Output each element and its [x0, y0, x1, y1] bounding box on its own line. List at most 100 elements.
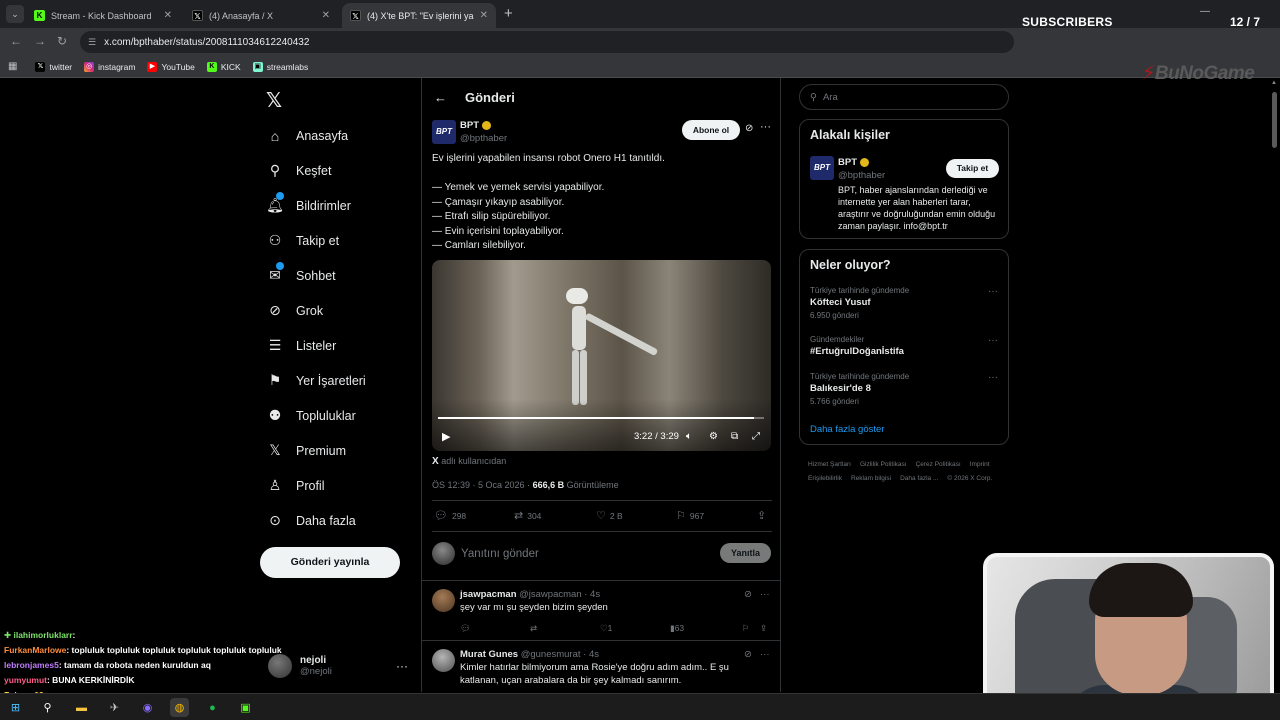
chrome-icon[interactable]: ◍	[170, 698, 189, 717]
tweet-timestamp[interactable]: ÖS 12:39 · 5 Oca 2026 ·	[432, 480, 530, 490]
x-logo-icon[interactable]: 𝕏	[266, 88, 282, 113]
browser-tab-kick[interactable]: K Stream - Kick Dashboard ✕	[26, 3, 180, 28]
bookmark-icon[interactable]: ⚐	[742, 623, 750, 634]
avatar[interactable]: BPT	[432, 120, 456, 144]
volume-icon[interactable]: 🔈︎	[686, 431, 692, 442]
repost-button[interactable]: ⇄ 304	[514, 509, 541, 522]
forward-arrow-icon[interactable]: →	[34, 34, 46, 48]
close-icon[interactable]: ✕	[322, 10, 330, 21]
reply-author[interactable]: jsawpacman @jsawpacman · 4s	[460, 589, 600, 600]
share-icon[interactable]: ⇪	[760, 623, 767, 634]
video-progress-bar[interactable]	[438, 417, 764, 419]
trend-item[interactable]: Türkiye tarihinde gündemde Köfteci Yusuf…	[810, 286, 1000, 320]
sidebar-item-premium[interactable]: 𝕏 Premium	[266, 433, 366, 468]
search-icon[interactable]: ⚲	[38, 698, 57, 717]
subscribe-button[interactable]: Abone ol	[682, 120, 740, 140]
show-more-link[interactable]: Daha fazla göster	[810, 424, 884, 435]
discord-icon[interactable]: ◉	[138, 698, 157, 717]
follow-button[interactable]: Takip et	[946, 159, 999, 178]
sidebar-item-profile[interactable]: ♙ Profil	[266, 468, 366, 503]
new-tab-button[interactable]: +	[504, 5, 513, 22]
spotify-icon[interactable]: ●	[203, 698, 222, 717]
picture-in-picture-icon[interactable]: ⧉	[731, 431, 738, 442]
author-handle[interactable]: @bpthaber	[460, 133, 507, 144]
tab-search-button[interactable]: ⌄	[6, 5, 24, 23]
reply-input[interactable]: Yanıtını gönder	[461, 548, 539, 560]
related-handle[interactable]: @bpthaber	[838, 170, 885, 181]
fullscreen-icon[interactable]: ⤢	[752, 431, 760, 442]
like-button[interactable]: ♡ 1	[600, 623, 612, 634]
page-scrollbar[interactable]	[1272, 92, 1277, 148]
minimize-icon[interactable]: —	[1200, 6, 1210, 17]
attribution-user[interactable]: X	[432, 456, 439, 467]
like-button[interactable]: ♡ 2 B	[596, 509, 623, 522]
bookmark-twitter[interactable]: 𝕏 twitter	[35, 61, 72, 72]
more-dots-icon[interactable]: ···	[760, 589, 770, 600]
sidebar-item-grok[interactable]: ⊘ Grok	[266, 293, 366, 328]
streaming-app-icon[interactable]: ▣	[236, 698, 255, 717]
avatar[interactable]: BPT	[810, 156, 834, 180]
reload-icon[interactable]: ↻	[57, 34, 67, 48]
settings-gear-icon[interactable]: ⚙	[709, 431, 718, 442]
apps-grid-icon[interactable]: ▦	[8, 61, 17, 72]
footer-link[interactable]: Erişilebilirlik	[808, 472, 842, 486]
sidebar-item-follow[interactable]: ⚇ Takip et	[266, 223, 366, 258]
more-dots-icon[interactable]: ···	[988, 335, 998, 346]
footer-link[interactable]: Hizmet Şartları	[808, 458, 851, 472]
sidebar-item-bookmarks[interactable]: ⚑ Yer İşaretleri	[266, 363, 366, 398]
footer-link[interactable]: Daha fazla ...	[900, 472, 938, 486]
more-dots-icon[interactable]: ···	[760, 649, 770, 660]
url-bar[interactable]: ☰ x.com/bpthaber/status/2008111034612240…	[80, 31, 1014, 53]
sidebar-item-explore[interactable]: ⚲ Keşfet	[266, 153, 366, 188]
reply-author[interactable]: Murat Gunes @gunesmurat · 4s	[460, 649, 599, 660]
sidebar-item-more[interactable]: ⊙ Daha fazla	[266, 503, 366, 538]
grok-icon[interactable]: ⊘	[744, 649, 752, 660]
footer-link[interactable]: Imprint	[970, 458, 990, 472]
site-info-icon[interactable]: ☰	[88, 37, 96, 48]
app-icon[interactable]: ✈	[105, 698, 124, 717]
bookmark-instagram[interactable]: ◎ instagram	[84, 61, 135, 72]
tweet-video[interactable]: ▶ 3:22 / 3:29 🔈︎ ⚙ ⧉ ⤢	[432, 260, 771, 451]
avatar[interactable]	[432, 649, 455, 672]
share-button[interactable]: ⇪	[757, 509, 766, 522]
author-name-row[interactable]: BPT	[460, 120, 491, 131]
bookmark-youtube[interactable]: ▶ YouTube	[147, 61, 195, 72]
footer-link[interactable]: Çerez Politikası	[916, 458, 961, 472]
trend-item[interactable]: Gündemdekiler #ErtuğrulDoğanİstifa ···	[810, 335, 1000, 357]
avatar[interactable]	[432, 589, 455, 612]
trend-item[interactable]: Türkiye tarihinde gündemde Balıkesir'de …	[810, 372, 1000, 406]
sidebar-item-home[interactable]: ⌂ Anasayfa	[266, 118, 366, 153]
reply-button[interactable]: 💬︎ 298	[434, 509, 466, 522]
grok-icon[interactable]: ⊘	[744, 589, 752, 600]
bookmark-streamlabs[interactable]: ▣ streamlabs	[252, 61, 308, 72]
more-dots-icon[interactable]: ···	[988, 372, 998, 383]
browser-tab-post[interactable]: 𝕏 (4) X'te BPT: "Ev işlerini yapabil ✕	[342, 3, 496, 28]
reply-item[interactable]: jsawpacman @jsawpacman · 4s ⊘ ··· şey va…	[422, 580, 780, 640]
bookmark-button[interactable]: ⚐ 967	[676, 509, 704, 522]
footer-link[interactable]: Reklam bilgisi	[851, 472, 891, 486]
footer-link[interactable]: Gizlilik Politikası	[860, 458, 907, 472]
search-input[interactable]: ⚲ Ara	[799, 84, 1009, 110]
file-explorer-icon[interactable]: ▬	[72, 698, 91, 717]
more-dots-icon[interactable]: ···	[988, 286, 998, 297]
windows-start-icon[interactable]: ⊞	[6, 698, 25, 717]
views-button[interactable]: ▮ 63	[670, 623, 684, 634]
scroll-up-arrow-icon[interactable]: ▲	[1271, 80, 1277, 86]
sidebar-item-notifications[interactable]: 🔔︎ Bildirimler	[266, 188, 366, 223]
browser-tab-home[interactable]: 𝕏 (4) Anasayfa / X ✕	[184, 3, 338, 28]
reply-submit-button[interactable]: Yanıtla	[720, 543, 771, 563]
back-arrow-icon[interactable]: ←	[10, 34, 22, 48]
reply-icon[interactable]: 💬︎	[460, 623, 471, 634]
play-icon[interactable]: ▶	[442, 430, 450, 443]
sidebar-item-chat[interactable]: ✉ Sohbet	[266, 258, 366, 293]
post-button[interactable]: Gönderi yayınla	[260, 547, 400, 578]
bookmark-kick[interactable]: K KICK	[206, 61, 241, 72]
reply-item[interactable]: Murat Gunes @gunesmurat · 4s ⊘ ··· Kimle…	[422, 640, 780, 692]
grok-icon[interactable]: ⊘	[745, 123, 753, 134]
sidebar-item-lists[interactable]: ☰ Listeler	[266, 328, 366, 363]
sidebar-item-communities[interactable]: ⚉ Topluluklar	[266, 398, 366, 433]
close-icon[interactable]: ✕	[480, 10, 488, 21]
more-dots-icon[interactable]: ···	[760, 121, 771, 133]
repost-icon[interactable]: ⇄	[530, 623, 537, 634]
close-icon[interactable]: ✕	[164, 10, 172, 21]
